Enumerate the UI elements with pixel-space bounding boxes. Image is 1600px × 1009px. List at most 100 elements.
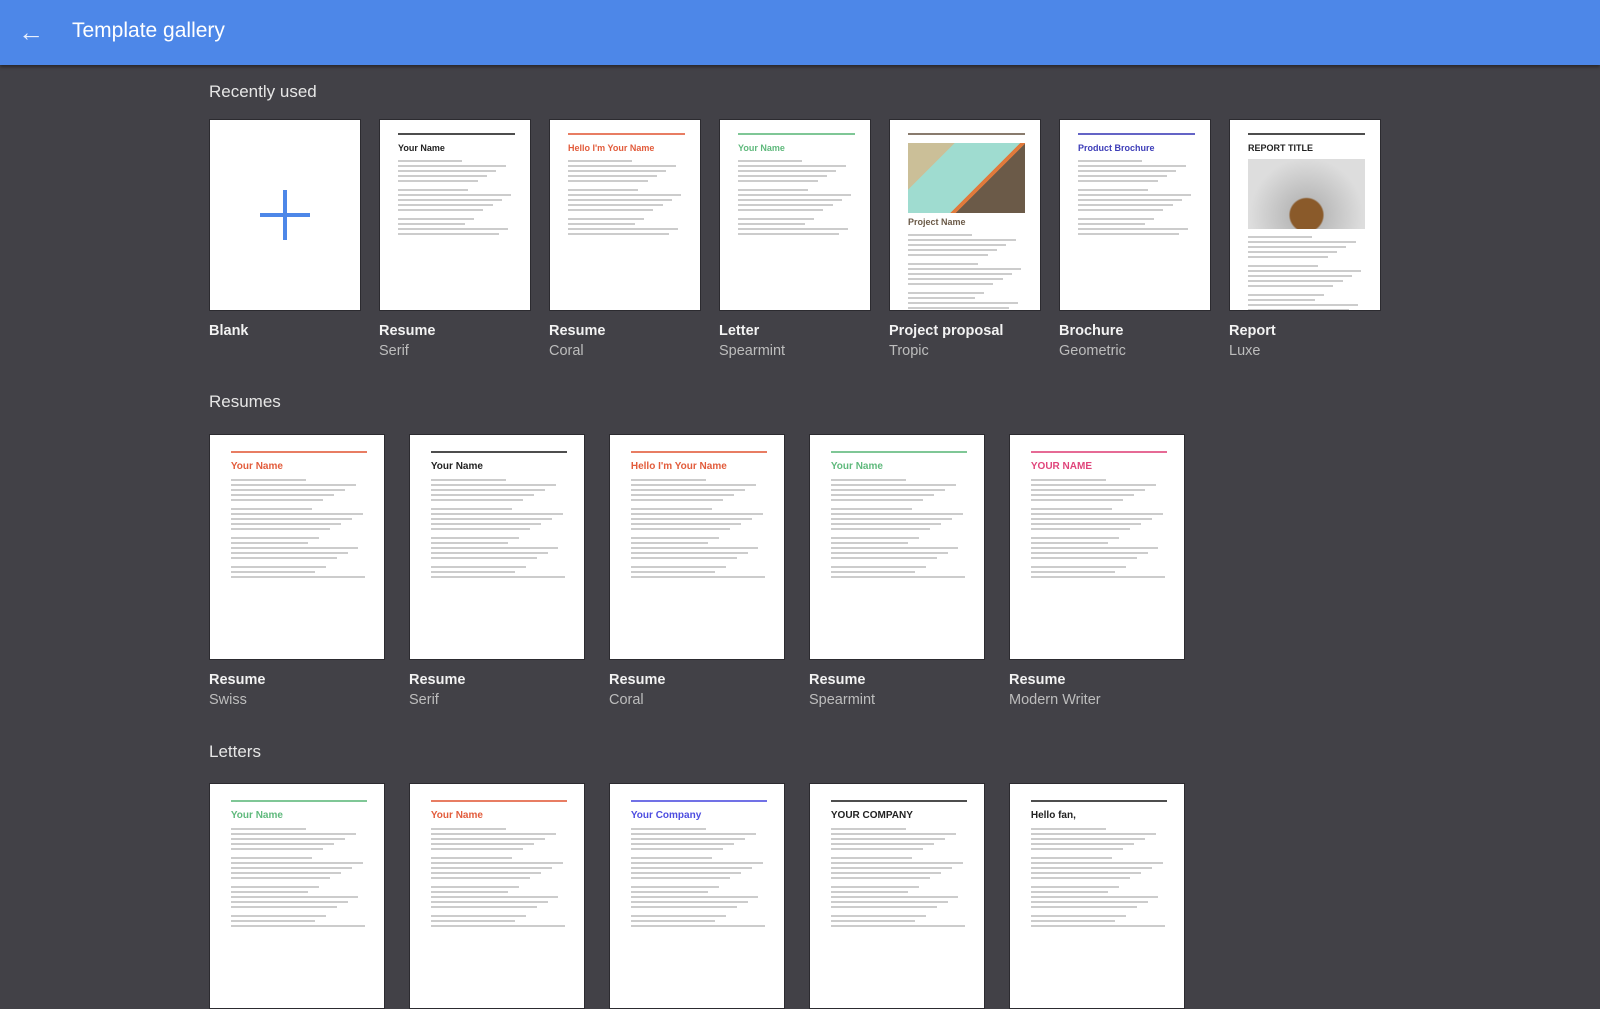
template-thumbnail[interactable]: Your Name [809, 434, 985, 660]
template-card[interactable]: Your Name Resume Serif [409, 434, 585, 708]
text-line [398, 194, 512, 197]
text-line [430, 837, 545, 840]
template-card[interactable]: Your Name [409, 783, 585, 1009]
text-line [1030, 876, 1130, 879]
template-thumbnail[interactable]: Product Brochure [1059, 119, 1211, 311]
text-line [1030, 827, 1106, 830]
text-line [1030, 856, 1113, 859]
template-card[interactable]: Hello I'm Your Name Resume Coral [549, 119, 701, 359]
thumbnail-heading: REPORT TITLE [1248, 143, 1313, 154]
template-card[interactable]: Hello I'm Your Name Resume Coral [609, 434, 785, 708]
text-line [630, 570, 716, 573]
cover-photo [1248, 159, 1365, 230]
template-card[interactable]: Your Company [609, 783, 785, 1009]
text-line [908, 283, 994, 286]
template-thumbnail[interactable]: Your Name [719, 119, 871, 311]
template-thumbnail[interactable]: YOUR COMPANY [809, 783, 985, 1009]
template-card[interactable]: Your Name Resume Serif [379, 119, 531, 359]
cover-image [908, 143, 1025, 214]
template-card[interactable]: Your Name Resume Swiss [209, 434, 385, 708]
text-line [738, 194, 852, 197]
template-card[interactable]: Your Name Resume Spearmint [809, 434, 985, 708]
text-line [830, 866, 952, 869]
template-card[interactable]: Blank [209, 119, 361, 343]
text-line [630, 895, 759, 898]
text-line [1030, 890, 1109, 893]
thumbnail-heading: Product Brochure [1078, 143, 1155, 154]
text-line [630, 522, 741, 525]
text-line [1030, 507, 1113, 510]
text-line [830, 570, 916, 573]
text-line [568, 189, 639, 192]
template-thumbnail[interactable]: Your Name [209, 783, 385, 1009]
template-card[interactable]: YOUR NAME Resume Modern Writer [1009, 434, 1185, 708]
text-line [230, 919, 316, 922]
text-line [630, 866, 752, 869]
text-line [430, 541, 509, 544]
template-card[interactable]: Product Brochure Brochure Geometric [1059, 119, 1211, 359]
text-line [1030, 905, 1137, 908]
back-button[interactable]: ← [16, 18, 46, 48]
template-thumbnail[interactable]: Your Company [609, 783, 785, 1009]
text-line [830, 919, 916, 922]
template-card[interactable]: Your Name Letter Spearmint [719, 119, 871, 359]
template-style: Swiss [209, 692, 247, 708]
template-thumbnail[interactable]: Your Name [209, 434, 385, 660]
text-line [630, 890, 709, 893]
template-thumbnail[interactable]: Your Name [409, 434, 585, 660]
template-thumbnail[interactable]: Hello I'm Your Name [549, 119, 701, 311]
text-line [1248, 280, 1343, 283]
text-line [908, 278, 1003, 281]
text-line [1030, 527, 1130, 530]
text-line [908, 273, 1013, 276]
text-line [1030, 536, 1120, 539]
text-line [398, 175, 487, 178]
text-line [430, 522, 541, 525]
template-thumbnail[interactable]: Your Name [379, 119, 531, 311]
text-line [430, 856, 513, 859]
text-line [568, 175, 657, 178]
text-line [830, 885, 920, 888]
text-line [630, 924, 766, 927]
text-line [1030, 478, 1106, 481]
text-line [830, 493, 935, 496]
text-line [430, 924, 566, 927]
text-line [230, 551, 348, 554]
text-line [398, 204, 493, 207]
text-line [230, 905, 337, 908]
text-line [738, 233, 839, 236]
text-line [430, 847, 524, 850]
text-line [230, 517, 352, 520]
text-line [398, 170, 497, 173]
template-card[interactable]: Project Name Project proposal Tropic [889, 119, 1041, 359]
text-line [430, 556, 537, 559]
template-thumbnail[interactable]: Hello fan, [1009, 783, 1185, 1009]
text-line [1078, 233, 1179, 236]
template-card[interactable]: REPORT TITLE Report Luxe [1229, 119, 1381, 359]
text-line [230, 565, 326, 568]
text-line [1248, 294, 1325, 297]
text-line [1248, 270, 1362, 273]
text-line [630, 575, 766, 578]
template-thumbnail[interactable]: Your Name [409, 783, 585, 1009]
template-thumbnail[interactable]: YOUR NAME [1009, 434, 1185, 660]
text-line [830, 551, 948, 554]
text-line [830, 837, 945, 840]
template-thumbnail[interactable]: Hello I'm Your Name [609, 434, 785, 660]
template-card[interactable]: Your Name [209, 783, 385, 1009]
template-thumbnail[interactable]: REPORT TITLE [1229, 119, 1381, 311]
text-line [430, 527, 530, 530]
text-line [230, 895, 359, 898]
text-line [230, 837, 345, 840]
text-line [1030, 551, 1148, 554]
text-line [1248, 246, 1347, 249]
template-card[interactable]: Hello fan, [1009, 783, 1185, 1009]
text-line [430, 919, 516, 922]
text-line [1078, 209, 1164, 212]
template-card[interactable]: YOUR COMPANY [809, 783, 985, 1009]
text-line [430, 905, 537, 908]
text-line [738, 189, 809, 192]
template-thumbnail[interactable]: Project Name [889, 119, 1041, 311]
template-thumbnail[interactable] [209, 119, 361, 311]
text-line [830, 527, 930, 530]
